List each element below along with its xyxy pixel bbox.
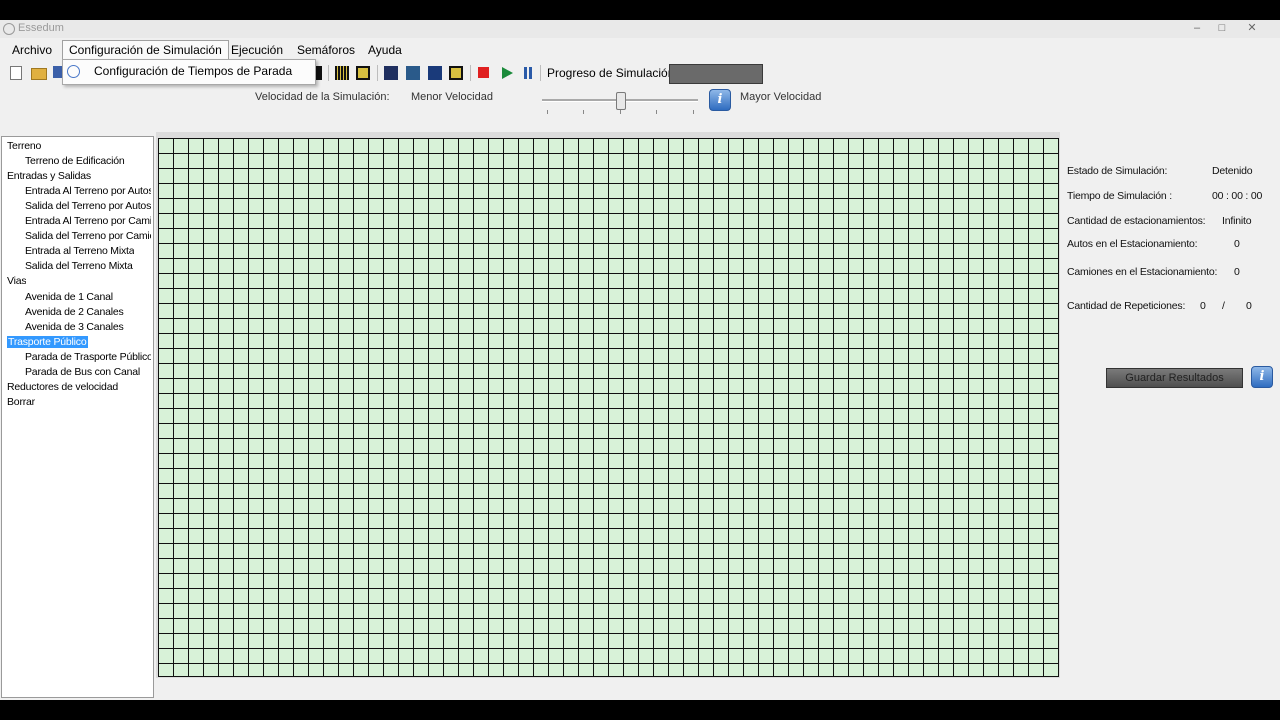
road-horizontal-icon[interactable] (356, 66, 370, 80)
stop-icon[interactable] (478, 67, 489, 78)
time-value: 00 : 00 : 00 (1212, 190, 1263, 202)
tree-item[interactable]: Avenida de 2 Canales (25, 306, 124, 318)
close-icon[interactable]: ✕ (1240, 20, 1264, 36)
trucks-value: 0 (1234, 266, 1240, 278)
clock-icon (67, 65, 80, 78)
parking-label: Cantidad de estacionamientos: (1067, 215, 1206, 227)
app-icon (3, 23, 15, 35)
tree-item[interactable]: Reductores de velocidad (7, 381, 118, 393)
menu-semaforos[interactable]: Semáforos (291, 41, 361, 59)
config-dropdown: Configuración de Tiempos de Parada (62, 59, 316, 85)
window-title: Essedum (18, 22, 64, 34)
tree-item[interactable]: Borrar (7, 396, 35, 408)
menu-bar: Archivo Configuración de Simulación Ejec… (0, 39, 1280, 61)
progress-label: Progreso de Simulación (547, 66, 675, 80)
element-tree[interactable]: Terreno Terreno de Edificación Entradas y … (1, 136, 154, 698)
max-speed-label: Mayor Velocidad (740, 91, 822, 103)
title-bar: Essedum – □ ✕ (0, 20, 1280, 38)
tree-item[interactable]: Salida del Terreno por Camiones (25, 230, 151, 242)
road-icon[interactable] (316, 66, 322, 80)
trucks-label: Camiones en el Estacionamiento: (1067, 266, 1218, 278)
tree-item[interactable]: Terreno de Edificación (25, 155, 125, 167)
menu-ayuda[interactable]: Ayuda (362, 41, 408, 59)
maximize-icon[interactable]: □ (1210, 20, 1234, 36)
menu-configuracion[interactable]: Configuración de Simulación (62, 40, 229, 61)
tree-item[interactable]: Salida del Terreno por Autos (25, 200, 151, 212)
state-label: Estado de Simulación: (1067, 165, 1168, 177)
parking-value: Infinito (1222, 215, 1252, 227)
menu-archivo[interactable]: Archivo (6, 41, 58, 59)
results-info-icon[interactable]: i (1251, 366, 1273, 388)
tree-item[interactable]: Entradas y Salidas (7, 170, 91, 182)
pause-icon[interactable] (521, 66, 535, 80)
tree-item[interactable]: Entrada Al Terreno por Camiones (25, 215, 151, 227)
min-speed-label: Menor Velocidad (411, 91, 493, 103)
tree-item[interactable]: Vias (7, 275, 26, 287)
traffic-light-1-icon[interactable] (384, 66, 398, 80)
minimize-icon[interactable]: – (1185, 20, 1209, 36)
reps-separator: / (1222, 300, 1225, 312)
reps-label: Cantidad de Repeticiones: (1067, 300, 1186, 312)
speed-label: Velocidad de la Simulación: (255, 91, 390, 103)
play-icon[interactable] (500, 66, 514, 80)
save-results-button[interactable]: Guardar Resultados (1106, 368, 1243, 388)
tree-item[interactable]: Entrada al Terreno Mixta (25, 245, 134, 257)
speed-slider-thumb[interactable] (616, 92, 626, 110)
state-value: Detenido (1212, 165, 1253, 177)
cars-value: 0 (1234, 238, 1240, 250)
cars-label: Autos en el Estacionamiento: (1067, 238, 1198, 250)
menu-ejecucion[interactable]: Ejecución (225, 41, 289, 59)
speed-info-icon[interactable]: i (709, 89, 731, 111)
road-vertical-icon[interactable] (335, 66, 349, 80)
tree-item[interactable]: Parada de Trasporte Público (25, 351, 151, 363)
tree-item[interactable]: Avenida de 1 Canal (25, 291, 113, 303)
traffic-light-4-icon[interactable] (449, 66, 463, 80)
tree-item[interactable]: Avenida de 3 Canales (25, 321, 124, 333)
tree-item[interactable]: Parada de Bus con Canal (25, 366, 140, 378)
reps-total: 0 (1246, 300, 1252, 312)
open-folder-icon[interactable] (31, 68, 47, 80)
tree-item[interactable]: Salida del Terreno Mixta (25, 260, 133, 272)
traffic-light-2-icon[interactable] (406, 66, 420, 80)
app-window: Essedum – □ ✕ Archivo Configuración de S… (0, 20, 1280, 700)
tree-item[interactable]: Trasporte Público (7, 335, 88, 348)
traffic-light-3-icon[interactable] (428, 66, 442, 80)
bottom-strip (0, 700, 1280, 720)
simulation-grid[interactable] (158, 138, 1059, 677)
dropdown-item-tiempos-parada[interactable]: Configuración de Tiempos de Parada (94, 64, 292, 78)
progress-bar (669, 64, 763, 84)
time-label: Tiempo de Simulación : (1067, 190, 1172, 202)
new-file-icon[interactable] (10, 66, 22, 80)
tree-item[interactable]: Terreno (7, 140, 41, 152)
reps-current: 0 (1200, 300, 1206, 312)
tree-item[interactable]: Entrada Al Terreno por Autos (25, 185, 151, 197)
